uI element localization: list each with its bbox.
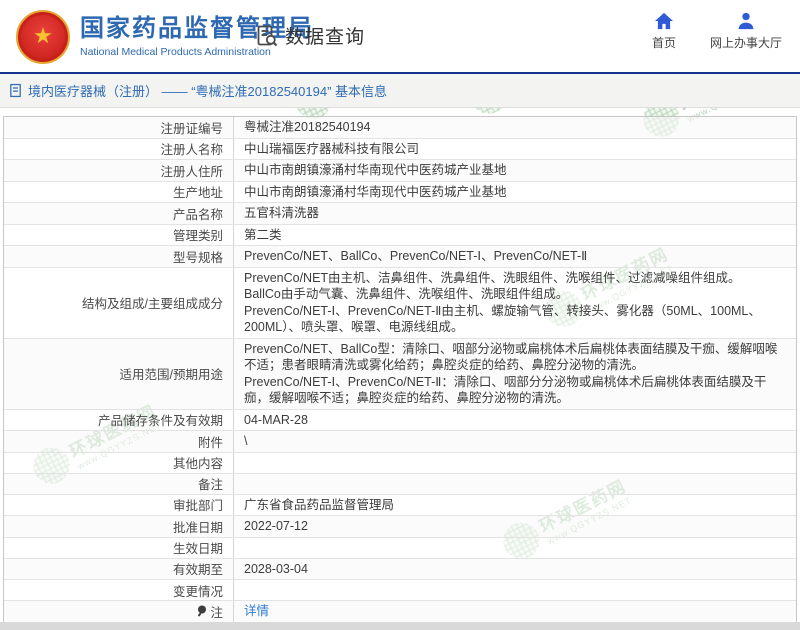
row-value: 第二类 <box>244 227 282 242</box>
row-label: 附件 <box>4 431 234 452</box>
table-row: 结构及组成/主要组成成分 PrevenCo/NET由主机、洁鼻组件、洗鼻组件、洗眼… <box>4 267 796 339</box>
row-label: 生效日期 <box>4 537 234 558</box>
row-label: 备注 <box>4 473 234 494</box>
data-query-icon <box>257 25 278 46</box>
row-label: 审批部门 <box>4 494 234 515</box>
row-value: 粤械注准20182540194 <box>244 120 371 134</box>
row-label: 其他内容 <box>4 452 234 473</box>
row-value: PrevenCo/NET、BallCo型：清除口、咽部分泌物或扁桃体术后扁桃体表… <box>244 341 778 406</box>
row-label: 注 <box>4 601 234 622</box>
row-label: 注册人名称 <box>4 138 234 159</box>
home-icon <box>654 12 673 30</box>
table-row: 生产地址 中山市南朗镇濠涌村华南现代中医药城产业基地 <box>4 181 796 203</box>
table-row: 注册证编号 粤械注准20182540194 <box>4 117 796 139</box>
nav-online-hall[interactable]: 网上办事大厅 <box>710 12 782 51</box>
table-row: 其他内容 <box>4 452 796 474</box>
row-label: 生产地址 <box>4 181 234 202</box>
row-label: 适用范围/预期用途 <box>4 338 234 409</box>
row-value: \ <box>244 434 248 448</box>
table-row: 产品储存条件及有效期 04-MAR-28 <box>4 409 796 431</box>
page-icon <box>10 83 21 98</box>
row-value <box>234 538 796 558</box>
table-row: 产品名称 五官科清洗器 <box>4 203 796 225</box>
row-label: 注册人住所 <box>4 160 234 181</box>
row-label: 型号规格 <box>4 246 234 267</box>
row-value <box>234 580 796 600</box>
row-label: 变更情况 <box>4 580 234 600</box>
row-value: PrevenCo/NET由主机、洁鼻组件、洗鼻组件、洗眼组件、洗喉组件、过滤减噪… <box>244 270 761 335</box>
row-value: 中山市南朗镇濠涌村华南现代中医药城产业基地 <box>244 163 507 177</box>
data-query-section: 数据查询 <box>255 22 365 49</box>
header-nav: 首页 网上办事大厅 <box>652 12 782 51</box>
table-row: 适用范围/预期用途 PrevenCo/NET、BallCo型：清除口、咽部分泌物或… <box>4 338 796 410</box>
row-value <box>234 474 796 494</box>
table-row: 注册人住所 中山市南朗镇濠涌村华南现代中医药城产业基地 <box>4 160 796 182</box>
page: 环球医药网www.QGYYZS.NET 环球医药网www.QGYYZS.NET … <box>0 0 800 630</box>
national-emblem-logo: ★ <box>16 10 70 64</box>
note-icon <box>198 605 207 617</box>
section-title: 数据查询 <box>285 27 366 48</box>
table-row: 批准日期 2022-07-12 <box>4 516 796 538</box>
row-label: 管理类别 <box>4 224 234 245</box>
table-row: 附件 \ <box>4 431 796 453</box>
row-label: 有效期至 <box>4 558 234 579</box>
table-row: 变更情况 <box>4 580 796 601</box>
row-label: 产品储存条件及有效期 <box>4 409 234 430</box>
row-value: 04-MAR-28 <box>244 412 308 427</box>
row-value: 五官科清洗器 <box>244 206 320 220</box>
person-icon <box>738 12 754 30</box>
nav-online-hall-label: 网上办事大厅 <box>709 36 782 50</box>
table-row: 注册人名称 中山瑞福医疗器械科技有限公司 <box>4 138 796 160</box>
details-link[interactable]: 详情 <box>244 603 269 620</box>
footer-strip <box>0 622 800 630</box>
row-value: 详情 <box>234 601 796 622</box>
row-value: PrevenCo/NET、BallCo、PrevenCo/NET-Ⅰ、Preve… <box>244 249 588 263</box>
table-row: 有效期至 2028-03-04 <box>4 558 796 580</box>
nav-home-label: 首页 <box>651 36 676 50</box>
table-row: 备注 <box>4 473 796 495</box>
row-label: 注册证编号 <box>4 117 234 138</box>
breadcrumb: 境内医疗器械（注册） —— “粤械注准20182540194” 基本信息 <box>0 74 800 108</box>
row-value: 2022-07-12 <box>244 519 308 533</box>
row-value: 中山瑞福医疗器械科技有限公司 <box>244 141 420 156</box>
table-row: 审批部门 广东省食品药品监督管理局 <box>4 494 796 516</box>
table-row: 生效日期 <box>4 537 796 559</box>
row-value: 2028-03-04 <box>244 561 308 576</box>
row-value <box>234 453 796 473</box>
table-row: 注详情 <box>4 601 796 622</box>
row-value: 中山市南朗镇濠涌村华南现代中医药城产业基地 <box>244 184 507 199</box>
row-label: 结构及组成/主要组成成分 <box>4 267 234 338</box>
row-label: 批准日期 <box>4 516 234 537</box>
row-label: 产品名称 <box>4 203 234 224</box>
table-row: 管理类别 第二类 <box>4 224 796 246</box>
info-table: 注册证编号 粤械注准20182540194 注册人名称 中山瑞福医疗器械科技有限公司注… <box>3 116 797 623</box>
nav-home[interactable]: 首页 <box>652 12 676 51</box>
breadcrumb-text: 境内医疗器械（注册） —— “粤械注准20182540194” 基本信息 <box>28 84 388 99</box>
row-value: 广东省食品药品监督管理局 <box>244 497 395 512</box>
table-row: 型号规格 PrevenCo/NET、BallCo、PrevenCo/NET-Ⅰ、P… <box>4 246 796 268</box>
header: ★ 国家药品监督管理局 National Medical Products Ad… <box>0 0 800 74</box>
